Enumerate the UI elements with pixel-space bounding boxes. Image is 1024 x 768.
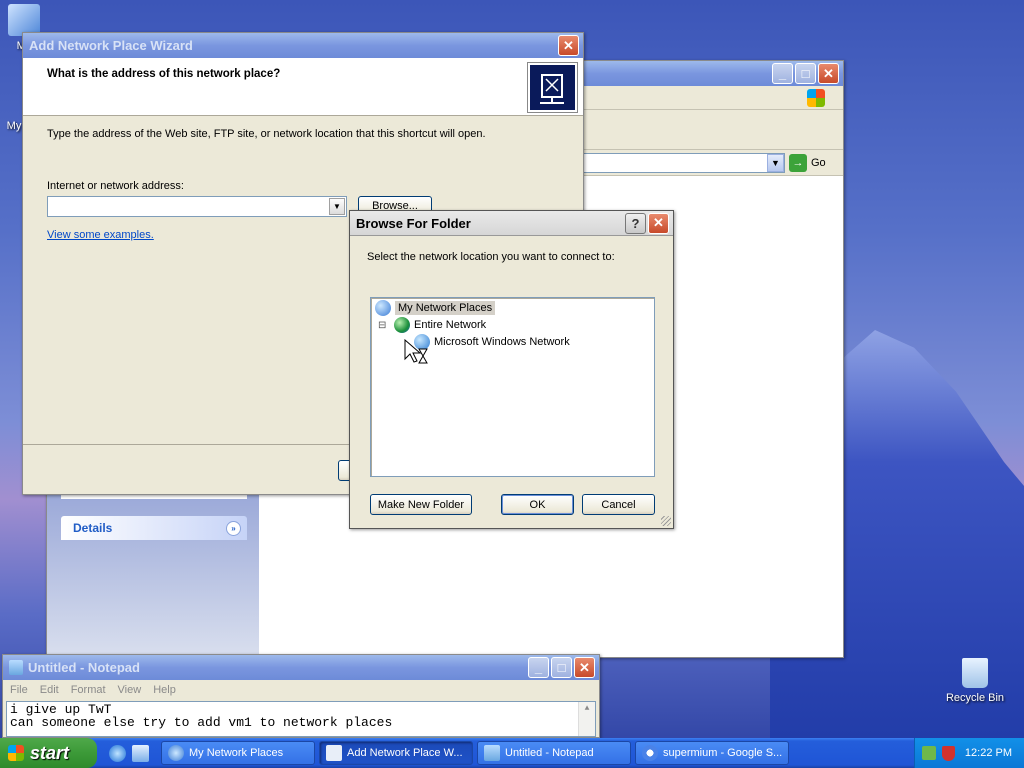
wizard-instruction: Type the address of the Web site, FTP si… [47, 128, 486, 140]
tree-item-entire-network[interactable]: ⊟ Entire Network [378, 317, 486, 333]
taskbar-item-my-network-places[interactable]: My Network Places [161, 741, 315, 765]
notepad-title: Untitled - Notepad [28, 660, 140, 675]
address-input[interactable] [583, 153, 785, 173]
wizard-close-button[interactable]: ✕ [558, 35, 579, 56]
notepad-maximize-button[interactable]: □ [551, 657, 572, 678]
windows-logo-icon [807, 89, 825, 107]
taskbar-item-add-network-place[interactable]: Add Network Place W... [319, 741, 473, 765]
wizard-titlebar: Add Network Place Wizard ✕ [23, 33, 583, 58]
notepad-minimize-button[interactable]: _ [528, 657, 549, 678]
browse-close-button[interactable]: ✕ [648, 212, 669, 234]
notepad-scrollbar[interactable]: ▲ [578, 702, 595, 736]
windows-flag-icon [8, 745, 24, 761]
menu-view[interactable]: View [118, 684, 142, 696]
folder-tree[interactable]: My Network Places ⊟ Entire Network Micro… [370, 297, 655, 477]
wizard-heading: What is the address of this network plac… [47, 68, 281, 80]
browser-icon [642, 745, 658, 761]
close-button[interactable]: ✕ [818, 63, 839, 84]
tree-item-my-network-places[interactable]: My Network Places [375, 300, 496, 316]
tree-item-label: Entire Network [414, 319, 487, 331]
globe-icon [394, 317, 410, 333]
notepad-icon [484, 745, 500, 761]
system-tray: 12:22 PM [914, 738, 1024, 768]
desktop-icon-label: My [6, 120, 22, 132]
notepad-text-area[interactable]: i give up TwT can someone else try to ad… [6, 701, 596, 737]
browse-titlebar: Browse For Folder ? ✕ [350, 211, 673, 236]
wizard-title: Add Network Place Wizard [29, 38, 193, 53]
view-examples-link[interactable]: View some examples. [47, 229, 154, 241]
details-label: Details [73, 521, 113, 535]
browse-title: Browse For Folder [356, 215, 471, 231]
security-shield-icon[interactable] [941, 745, 955, 761]
taskbar-item-supermium[interactable]: supermium - Google S... [635, 741, 789, 765]
network-places-icon [168, 745, 184, 761]
notepad-menubar: File Edit Format View Help [3, 680, 599, 700]
browse-folder-dialog: Browse For Folder ? ✕ Select the network… [349, 210, 674, 529]
task-label: Add Network Place W... [347, 747, 463, 759]
desktop-icon-my-network[interactable]: My [4, 120, 24, 132]
taskbar: start My Network Places Add Network Plac… [0, 738, 1024, 768]
notepad-app-icon [9, 660, 23, 675]
go-arrow-icon: → [789, 154, 807, 172]
network-address-combobox[interactable]: ▼ [47, 196, 347, 217]
wizard-header: What is the address of this network plac… [23, 58, 583, 116]
address-label: Internet or network address: [47, 180, 184, 192]
tree-item-label: Microsoft Windows Network [434, 336, 570, 348]
recycle-bin-icon [962, 658, 988, 688]
resize-grip-icon[interactable] [661, 516, 671, 526]
go-label: Go [811, 157, 826, 169]
menu-edit[interactable]: Edit [40, 684, 59, 696]
address-dropdown-button[interactable]: ▼ [767, 154, 784, 172]
chevron-down-icon: » [226, 520, 241, 536]
show-desktop-icon[interactable] [132, 744, 149, 762]
ie-icon[interactable] [109, 744, 126, 762]
make-new-folder-button[interactable]: Make New Folder [370, 494, 472, 515]
ok-button[interactable]: OK [501, 494, 574, 515]
task-label: My Network Places [189, 747, 284, 759]
desktop-icon-recycle-bin[interactable]: Recycle Bin [940, 658, 1010, 704]
help-icon: ? [631, 215, 640, 231]
notepad-close-button[interactable]: ✕ [574, 657, 595, 678]
network-tray-icon[interactable] [921, 746, 936, 760]
menu-file[interactable]: File [10, 684, 28, 696]
go-button[interactable]: → Go [789, 154, 826, 172]
quick-launch [109, 744, 157, 762]
task-label: Untitled - Notepad [505, 747, 594, 759]
browse-prompt: Select the network location you want to … [367, 251, 615, 263]
task-label: supermium - Google S... [663, 747, 783, 759]
start-label: start [30, 742, 70, 763]
cancel-button[interactable]: Cancel [582, 494, 655, 515]
notepad-titlebar: Untitled - Notepad _ □ ✕ [3, 655, 599, 680]
menu-help[interactable]: Help [153, 684, 176, 696]
clock[interactable]: 12:22 PM [965, 747, 1012, 759]
collapse-icon[interactable]: ⊟ [378, 320, 388, 331]
notepad-window: Untitled - Notepad _ □ ✕ File Edit Forma… [2, 654, 600, 738]
start-button[interactable]: start [0, 738, 97, 768]
wizard-icon [326, 745, 342, 761]
tree-item-microsoft-windows-network[interactable]: Microsoft Windows Network [414, 334, 570, 350]
close-icon: ✕ [653, 215, 664, 230]
menu-format[interactable]: Format [71, 684, 106, 696]
desktop-icon-label: Recycle Bin [945, 692, 1005, 704]
maximize-button[interactable]: □ [795, 63, 816, 84]
dropdown-arrow-icon[interactable]: ▼ [329, 198, 345, 215]
network-folder-icon [528, 63, 577, 112]
minimize-button[interactable]: _ [772, 63, 793, 84]
taskbar-item-notepad[interactable]: Untitled - Notepad [477, 741, 631, 765]
network-places-icon [375, 300, 391, 316]
tree-item-label: My Network Places [395, 301, 496, 315]
notepad-line: can someone else try to add vm1 to netwo… [10, 715, 393, 730]
help-button[interactable]: ? [625, 212, 646, 234]
busy-cursor-icon [404, 338, 430, 370]
details-panel-header[interactable]: Details » [61, 516, 247, 540]
